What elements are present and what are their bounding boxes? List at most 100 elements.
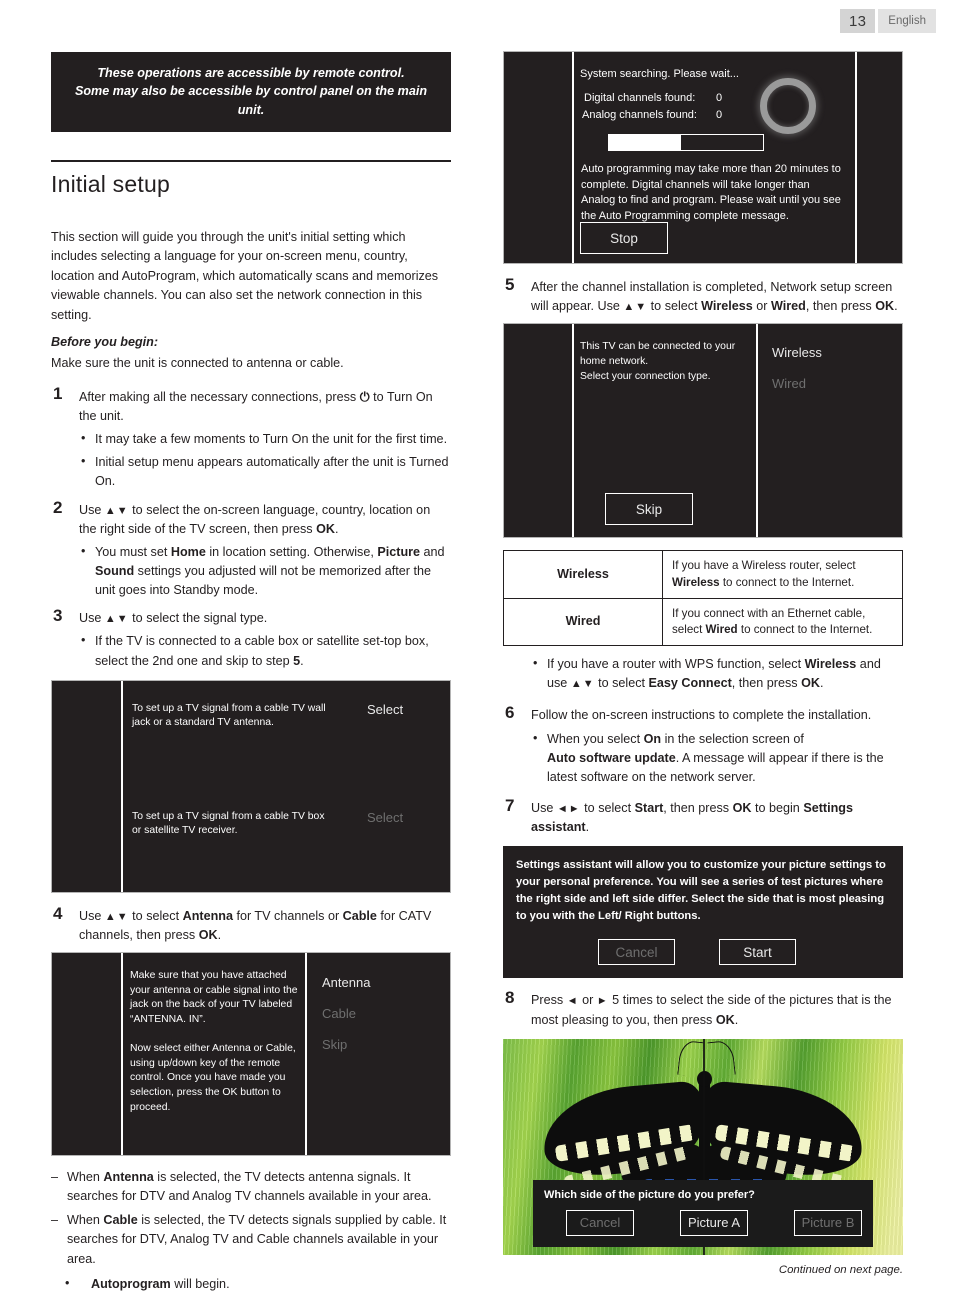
step-1-text: After making all the necessary connectio… [79,388,433,423]
stop-button[interactable]: Stop [580,222,668,254]
loading-spinner-icon [760,78,816,134]
skip-button[interactable]: Skip [605,493,693,526]
step-6-text: Follow the on-screen instructions to com… [531,708,872,723]
left-right-arrows-icon: ◄► [556,803,581,815]
power-icon: ⏻ [359,388,370,404]
network-option-wireless[interactable]: Wireless [772,346,822,359]
step-2-text: Use ▲▼ to select the on-screen language,… [79,502,431,536]
step-3-text: Use ▲▼ to select the signal type. [79,611,268,626]
picture-preference-question: Which side of the picture do you prefer? [544,1188,755,1201]
network-screen-paragraph: This TV can be connected to your home ne… [580,341,736,382]
step-5: 5 After the channel installation is comp… [503,275,903,316]
settings-assistant-screen: Settings assistant will allow you to cus… [503,846,903,979]
digital-found-value: 0 [716,92,723,104]
continued-note: Continued on next page. [778,1263,903,1276]
step-3-number: 3 [53,606,63,626]
step-1: 1 After making all the necessary connect… [51,383,451,492]
table-row: Wireless If you have a Wireless router, … [503,550,903,599]
manual-page: 13 English These operations are accessib… [0,0,954,1293]
antenna-option-antenna[interactable]: Antenna [322,976,370,989]
search-note: Auto programming may take more than 20 m… [581,163,841,222]
before-you-begin-label: Before you begin: [51,335,159,350]
step-5-bullet-wps: If you have a router with WPS function, … [531,654,903,693]
signal-option-2-text: To set up a TV signal from a cable TV bo… [132,810,325,837]
step-1-number: 1 [53,383,63,403]
step-6: 6 Follow the on-screen instructions to c… [503,703,903,787]
start-button[interactable]: Start [719,939,796,966]
picture-preference-dialog: Which side of the picture do you prefer?… [533,1179,873,1247]
signal-option-1-text: To set up a TV signal from a cable TV wa… [132,702,326,729]
analog-found-value: 0 [716,109,723,121]
notice-line-2: Some may also be accessible by control p… [74,84,428,117]
page-header: 13 English [839,9,936,33]
analog-found-label: Analog channels found: [582,109,697,121]
step-7-number: 7 [505,796,515,815]
step-7: 7 Use ◄► to select Start, then press OK … [503,796,903,837]
antenna-cable-screen: Make sure that you have attached your an… [51,951,451,1156]
page-number: 13 [839,9,876,33]
screen-divider-left [572,324,574,538]
antenna-option-cable[interactable]: Cable [322,1007,356,1020]
up-down-arrows-icon: ▲▼ [623,301,648,314]
section-rule [51,159,451,162]
picture-a-button[interactable]: Picture A [680,1209,748,1236]
step-3-bullet-1: If the TV is connected to a cable box or… [79,631,451,670]
step-4-bullet-autoprogram: Autoprogram will begin. [63,1274,451,1294]
before-you-begin-text: Make sure the unit is connected to anten… [51,356,344,371]
cancel-button[interactable]: Cancel [566,1209,634,1236]
step-8: 8 Press ◄ or ► 5 times to select the sid… [503,988,903,1029]
step-5-number: 5 [505,275,515,294]
signal-option-2-select[interactable]: Select [367,809,403,827]
settings-assistant-text: Settings assistant will allow you to cus… [516,859,886,922]
screen-divider-right [756,324,758,538]
network-option-wired[interactable]: Wired [772,377,806,390]
signal-option-1-select[interactable]: Select [367,701,403,719]
antenna-option-skip[interactable]: Skip [322,1038,347,1051]
step-4-dash-1: When Antenna is selected, the TV detects… [51,1168,451,1206]
screen-divider-left [121,952,123,1155]
step-6-bullet-1: When you select On in the selection scre… [531,729,903,787]
network-options-table: Wireless If you have a Wireless router, … [503,550,903,647]
signal-type-screen: To set up a TV signal from a cable TV wa… [51,679,451,893]
screen-divider-left [572,52,574,263]
up-down-arrows-icon: ▲▼ [104,910,129,923]
step-2: 2 Use ▲▼ to select the on-screen languag… [51,497,451,601]
table-row: Wired If you connect with an Ethernet ca… [503,597,903,647]
up-down-arrows-icon: ▲▼ [104,613,129,626]
step-2-number: 2 [53,497,63,517]
step-5-text: After the channel installation is comple… [531,280,898,314]
remote-control-notice: These operations are accessible by remot… [51,52,451,132]
up-down-arrows-icon: ▲▼ [104,504,129,517]
network-setup-screen: This TV can be connected to your home ne… [503,323,903,539]
screen-divider-right [305,952,307,1155]
step-7-text: Use ◄► to select Start, then press OK to… [531,801,854,835]
step-1-bullet-1: It may take a few moments to Turn On the… [79,429,451,449]
network-table-key-wireless: Wireless [503,550,663,599]
antenna-screen-paragraph-2: Now select either Antenna or Cable, usin… [130,1042,296,1114]
step-1-bullet-2: Initial setup menu appears automatically… [79,452,451,491]
screen-divider-right [855,52,857,263]
step-4-number: 4 [53,903,63,923]
right-arrow-icon: ► [596,995,609,1008]
network-table-desc-wireless: If you have a Wireless router, select Wi… [662,550,903,599]
page-title: Initial setup [51,170,170,197]
digital-found-label: Digital channels found: [584,92,696,104]
language-label: English [878,9,936,33]
antenna-screen-paragraph-1: Make sure that you have attached your an… [130,969,298,1026]
picture-b-button[interactable]: Picture B [794,1209,862,1236]
right-column: System searching. Please wait... Digital… [503,51,903,1276]
step-4-dash-2: When Cable is selected, the TV detects s… [51,1211,451,1268]
left-arrow-icon: ◄ [566,995,579,1008]
system-searching-screen: System searching. Please wait... Digital… [503,51,903,264]
search-progress-fill [609,135,682,150]
step-3: 3 Use ▲▼ to select the signal type. If t… [51,606,451,670]
network-table-key-wired: Wired [503,597,663,647]
notice-line-1: These operations are accessible by remot… [97,66,405,80]
test-picture-screen: Which side of the picture do you prefer?… [503,1038,903,1255]
step-4-text: Use ▲▼ to select Antenna for TV channels… [79,908,432,942]
up-down-arrows-icon: ▲▼ [570,678,595,691]
cancel-button[interactable]: Cancel [598,939,675,966]
step-8-number: 8 [505,988,515,1008]
search-progress-bar [608,134,764,151]
step-4: 4 Use ▲▼ to select Antenna for TV channe… [51,903,451,945]
